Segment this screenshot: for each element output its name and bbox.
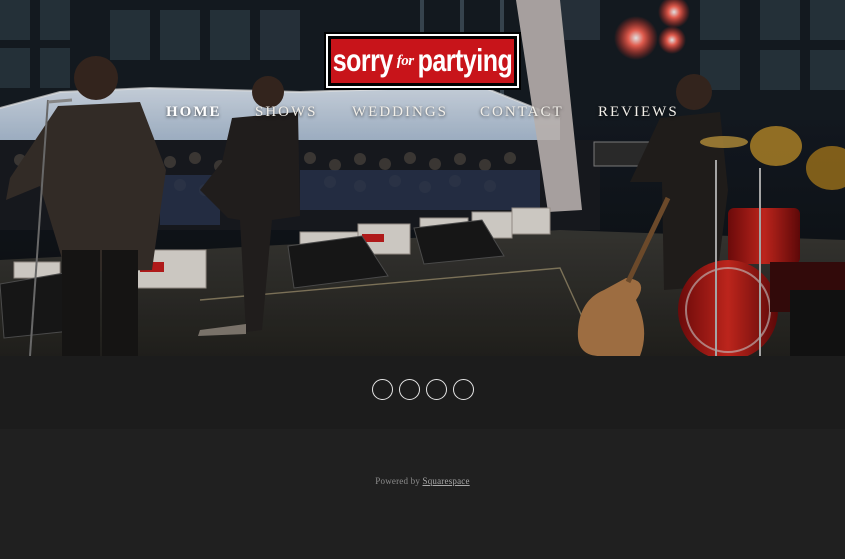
site-footer: Powered by Squarespace xyxy=(0,429,845,559)
powered-by-label: Powered by xyxy=(375,476,421,486)
nav-home[interactable]: HOME xyxy=(166,104,222,121)
social-bar xyxy=(0,356,845,429)
squarespace-link[interactable]: Squarespace xyxy=(423,476,470,486)
social-circle-3-icon[interactable] xyxy=(425,379,447,400)
social-circle-4-icon[interactable] xyxy=(452,379,474,400)
logo-word-partying: partying xyxy=(417,42,513,78)
nav-weddings[interactable]: WEDDINGS xyxy=(352,104,448,121)
logo-word-sorry: sorry xyxy=(332,42,394,78)
main-nav: HOME SHOWS WEDDINGS CONTACT REVIEWS xyxy=(0,104,845,126)
site-logo[interactable]: sorry for partying xyxy=(324,32,521,90)
nav-shows[interactable]: SHOWS xyxy=(255,104,318,121)
powered-by: Powered by Squarespace xyxy=(0,476,845,486)
social-icons xyxy=(371,379,474,400)
hero-banner: sorry for partying HOME SHOWS WEDDINGS C… xyxy=(0,0,845,356)
social-circle-2-icon[interactable] xyxy=(398,379,420,400)
social-circle-1-icon[interactable] xyxy=(371,379,393,400)
nav-reviews[interactable]: REVIEWS xyxy=(598,104,679,121)
nav-contact[interactable]: CONTACT xyxy=(480,104,564,121)
logo-badge: sorry for partying xyxy=(331,39,514,83)
logo-word-for: for xyxy=(396,52,414,69)
